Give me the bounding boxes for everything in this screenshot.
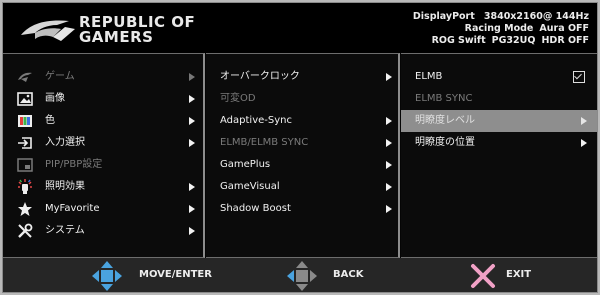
sub-menu-item-gameplus[interactable]: GamePlus (206, 154, 400, 176)
sub-menu-label: 可変OD (220, 93, 256, 104)
sub-menu-item-variable-od[interactable]: 可変OD (206, 88, 400, 110)
main-menu-label: 照明効果 (45, 181, 85, 192)
option-label: ELMB (415, 71, 443, 82)
color-icon (18, 115, 32, 127)
chevron-right-icon (189, 95, 195, 103)
chevron-right-icon (189, 73, 195, 81)
sub-menu-item-adaptive-sync[interactable]: Adaptive-Sync (206, 110, 400, 132)
chevron-right-icon (189, 139, 195, 147)
main-menu-item-pip-pbp[interactable]: PIP/PBP設定 (3, 154, 205, 176)
main-menu-label: 入力選択 (45, 137, 85, 148)
status-line-model: ROG Swift PG32UQ HDR OFF (413, 35, 589, 47)
main-menu-item-input-select[interactable]: 入力選択 (3, 132, 205, 154)
sub-menu-item-elmb[interactable]: ELMB/ELMB SYNC (206, 132, 400, 154)
sub-menu-item-shadow-boost[interactable]: Shadow Boost (206, 198, 400, 220)
chevron-right-icon (386, 205, 392, 213)
osd-window: REPUBLIC OF GAMERS DisplayPort 3840x2160… (2, 2, 598, 293)
chevron-right-icon (581, 139, 587, 147)
chevron-right-icon (189, 205, 195, 213)
chevron-right-icon (386, 139, 392, 147)
rog-icon (18, 72, 32, 82)
brand-line-2: GAMERS (79, 28, 154, 46)
image-icon (17, 92, 33, 106)
main-menu-label: 画像 (45, 93, 65, 104)
chevron-right-icon (386, 73, 392, 81)
move-enter-label: MOVE/ENTER (139, 269, 212, 280)
sub-menu-label: GamePlus (220, 159, 271, 170)
sub-menu-label: GameVisual (220, 181, 280, 192)
chevron-right-icon (189, 227, 195, 235)
chevron-right-icon (386, 161, 392, 169)
main-menu-label: ゲーム (45, 71, 75, 82)
main-menu-label: MyFavorite (45, 203, 100, 214)
chevron-right-icon (189, 183, 195, 191)
sub-menu-label: オーバークロック (220, 71, 300, 82)
osd-footer: MOVE/ENTER BACK EXIT (3, 258, 597, 292)
model-name: PG32UQ (491, 35, 536, 46)
close-x-icon[interactable] (467, 260, 499, 292)
exit-label: EXIT (506, 269, 532, 280)
sub-menu-panel: オーバークロック 可変OD Adaptive-Sync ELMB/ELMB SY… (206, 53, 400, 258)
chevron-right-icon (386, 117, 392, 125)
option-label: 明瞭度の位置 (415, 137, 475, 148)
lighting-icon (18, 179, 32, 194)
option-label: 明瞭度レベル (415, 115, 475, 126)
main-menu-item-game[interactable]: ゲーム (3, 66, 205, 88)
dpad-back-icon[interactable] (286, 260, 318, 292)
sub-menu-item-gamevisual[interactable]: GameVisual (206, 176, 400, 198)
hdr-status: HDR OFF (541, 35, 589, 46)
option-clarity-position[interactable]: 明瞭度の位置 (401, 132, 597, 154)
option-elmb-sync[interactable]: ELMB SYNC (401, 88, 597, 110)
option-label: ELMB SYNC (415, 93, 473, 104)
brand-text: REPUBLIC OF GAMERS (79, 15, 195, 45)
osd-header: REPUBLIC OF GAMERS DisplayPort 3840x2160… (3, 3, 597, 53)
aura-status: Aura OFF (539, 23, 589, 34)
option-elmb[interactable]: ELMB (401, 66, 597, 88)
back-label: BACK (333, 269, 364, 280)
resolution-readout: 3840x2160@ 144Hz (483, 11, 589, 22)
main-menu-item-myfavorite[interactable]: MyFavorite (3, 198, 205, 220)
status-block: DisplayPort 3840x2160@ 144Hz Racing Mode… (413, 11, 589, 47)
options-panel: ELMB ELMB SYNC 明瞭度レベル 明瞭度の位置 (401, 53, 597, 258)
star-icon (18, 202, 32, 216)
dpad-blue-icon[interactable] (91, 260, 123, 292)
tools-icon (18, 223, 33, 238)
main-menu-item-image[interactable]: 画像 (3, 88, 205, 110)
input-source: DisplayPort (412, 11, 475, 22)
gamevisual-mode: Racing Mode (464, 23, 534, 34)
main-menu-item-lighting[interactable]: 照明効果 (3, 176, 205, 198)
chevron-right-icon (189, 117, 195, 125)
main-menu-item-system[interactable]: システム (3, 220, 205, 242)
input-icon (18, 137, 32, 149)
pip-icon (17, 158, 33, 172)
chevron-right-icon (581, 117, 587, 125)
status-line-input: DisplayPort 3840x2160@ 144Hz (413, 11, 589, 23)
sub-menu-label: Adaptive-Sync (220, 115, 292, 126)
checkbox-checked-icon[interactable] (573, 71, 585, 83)
option-clarity-level[interactable]: 明瞭度レベル (401, 110, 597, 132)
main-menu-panel: ゲーム 画像 色 入力選択 PIP/PBP設定 照明効果 MyFavorite … (3, 53, 205, 258)
main-menu-item-color[interactable]: 色 (3, 110, 205, 132)
main-menu-label: PIP/PBP設定 (45, 159, 103, 170)
chevron-right-icon (386, 183, 392, 191)
sub-menu-item-overclock[interactable]: オーバークロック (206, 66, 400, 88)
sub-menu-label: Shadow Boost (220, 203, 291, 214)
status-line-mode: Racing Mode Aura OFF (413, 23, 589, 35)
sub-menu-label: ELMB/ELMB SYNC (220, 137, 309, 148)
model-prefix: ROG Swift (431, 35, 486, 46)
main-menu-label: 色 (45, 115, 55, 126)
main-menu-label: システム (45, 225, 85, 236)
